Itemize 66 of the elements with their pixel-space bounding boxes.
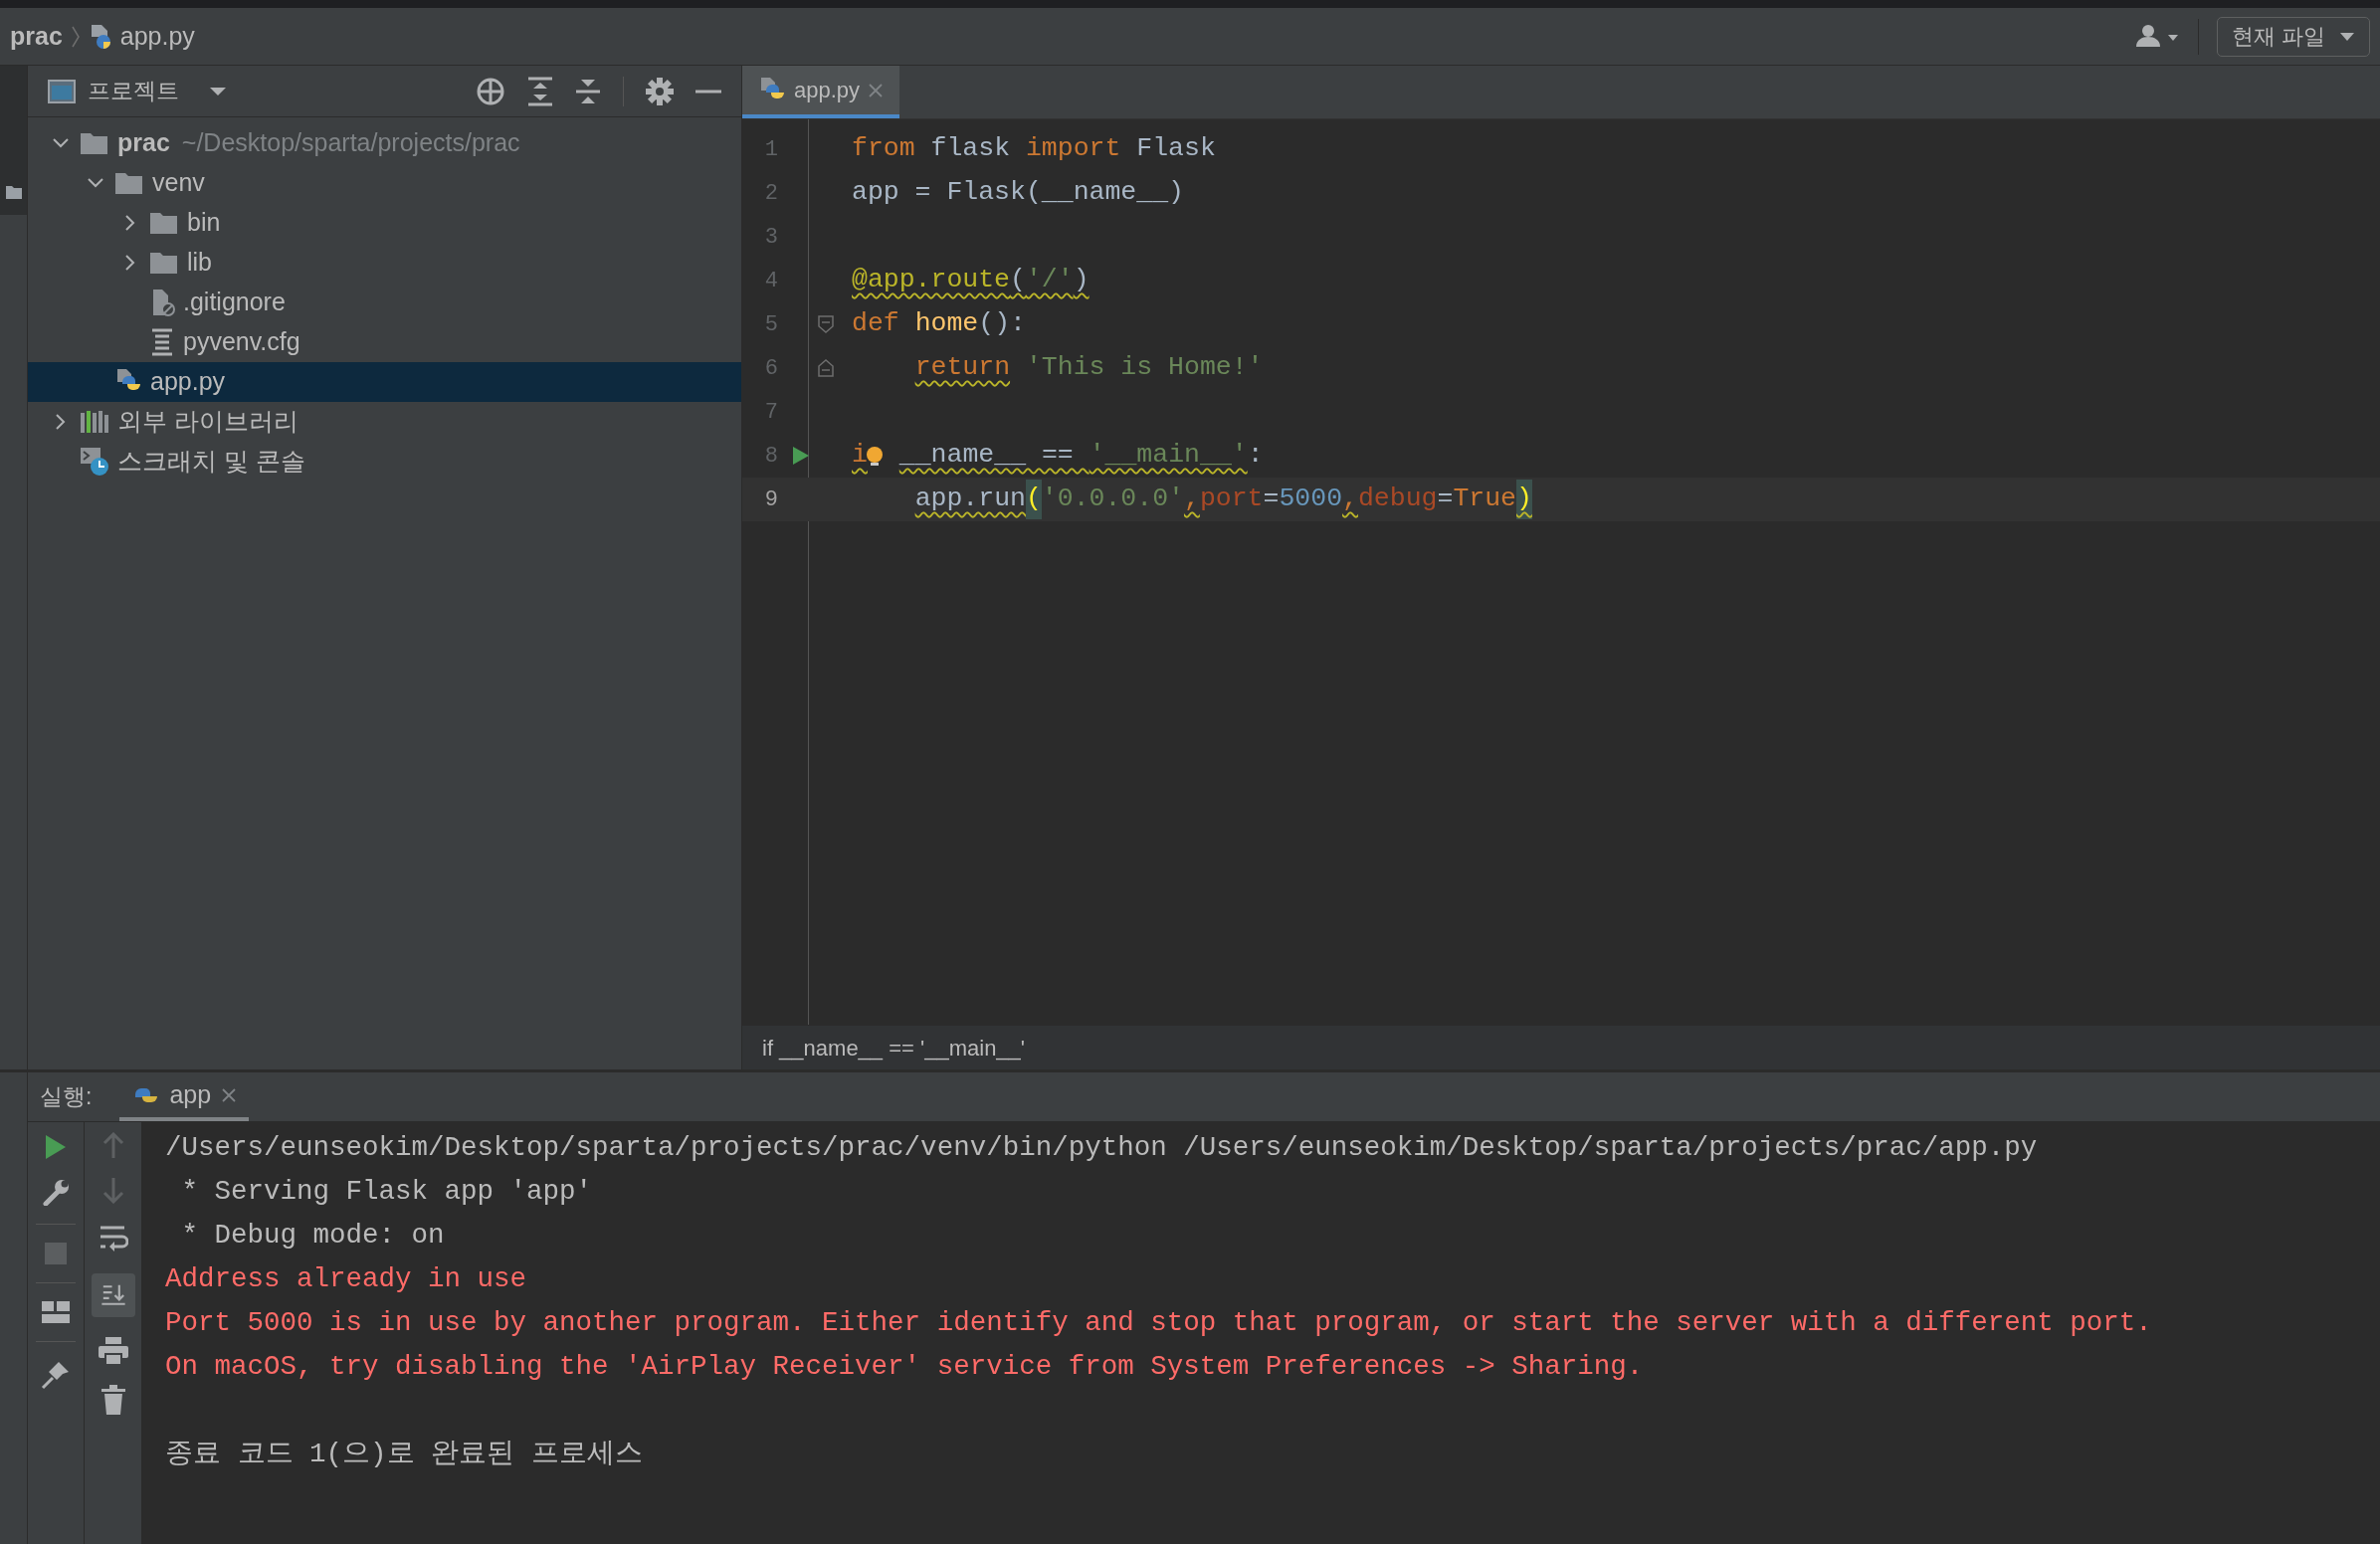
code-line: def home(): — [852, 307, 1026, 341]
folder-icon — [149, 250, 179, 276]
close-icon — [221, 1086, 238, 1103]
folder-icon — [149, 210, 179, 236]
tree-item[interactable]: prac ~/Desktop/sparta/projects/prac — [28, 123, 741, 163]
line-number: 7 — [763, 398, 778, 427]
run-label: 실행: — [40, 1082, 93, 1112]
soft-wrap-icon[interactable] — [98, 1224, 128, 1254]
library-icon — [80, 409, 109, 435]
tree-item[interactable]: 스크래치 및 콘솔 — [28, 442, 741, 482]
code-line: @app.route('/') — [852, 264, 1090, 297]
error-output-line: On macOS, try disabling the 'AirPlay Receiver' service from System Preferences -> Sharing. — [165, 1350, 1644, 1384]
line-number: 1 — [763, 135, 778, 164]
code-line: from flask import Flask — [852, 132, 1216, 166]
scroll-to-end-icon[interactable] — [91, 1273, 135, 1317]
tree-item[interactable]: venv — [28, 163, 741, 203]
error-output-line: Port 5000 is in use by another program. Either identify and stop that program, or start the server with a different port. — [165, 1306, 2152, 1340]
locate-icon[interactable] — [476, 76, 505, 106]
scope-dropdown[interactable]: 현재 파일 — [2216, 16, 2370, 57]
minimize-icon[interactable] — [695, 88, 721, 95]
run-icon[interactable] — [44, 1134, 68, 1160]
console-output-line: 종료 코드 1(으)로 완료된 프로세스 — [165, 1438, 643, 1471]
pin-icon[interactable] — [41, 1360, 71, 1390]
line-number: 3 — [763, 223, 778, 252]
code-line: app = Flask(__name__) — [852, 176, 1184, 210]
print-icon[interactable] — [98, 1337, 128, 1365]
console-output-line: /Users/eunseokim/Desktop/sparta/projects/prac/venv/bin/python /Users/eunseokim/Desktop/sparta/projects/prac/app.py — [165, 1131, 2038, 1165]
tree-item[interactable]: .gitignore — [28, 283, 741, 322]
scratch-console-icon — [80, 447, 109, 477]
error-output-line: Address already in use — [165, 1262, 527, 1296]
window-icon — [48, 79, 76, 103]
expand-all-icon[interactable] — [527, 76, 553, 106]
console-output-line: * Serving Flask app 'app' — [180, 1175, 593, 1209]
tree-item[interactable]: pyvenv.cfg — [28, 322, 741, 362]
line-number: 8 — [763, 442, 778, 471]
line-number: 2 — [763, 179, 778, 208]
layout-icon[interactable] — [42, 1301, 70, 1323]
code-breadcrumb[interactable]: if __name__ == '__main__' — [762, 1031, 1026, 1064]
breadcrumb-project[interactable]: prac — [10, 17, 63, 56]
run-icon[interactable] — [792, 446, 810, 466]
project-view-dropdown[interactable]: 프로젝트 — [88, 74, 227, 108]
folder-icon — [80, 130, 109, 156]
caret-icon — [209, 86, 227, 96]
breadcrumb-file[interactable]: app.py — [119, 17, 195, 56]
line-number: 4 — [763, 267, 778, 295]
close-icon — [868, 82, 885, 98]
folder-icon[interactable] — [5, 185, 22, 199]
console-output-line: * Debug mode: on — [180, 1219, 445, 1253]
line-number: 9 — [763, 485, 778, 514]
caret-icon — [2339, 31, 2355, 42]
editor-tab[interactable]: app.py — [742, 66, 900, 118]
code-line: return 'This is Home!' — [913, 351, 1264, 385]
tree-item[interactable]: 외부 라이브러리 — [28, 402, 741, 442]
folder-icon — [114, 170, 144, 196]
tree-item[interactable]: lib — [28, 243, 741, 283]
line-number: 6 — [763, 354, 778, 383]
text-file-icon — [149, 328, 175, 356]
code-line: app.run('0.0.0.0',port=5000,debug=True) — [852, 480, 1532, 519]
wrench-icon[interactable] — [42, 1178, 70, 1206]
code-line: i __name__ == '__main__': — [852, 439, 1264, 473]
tree-item[interactable]: app.py — [28, 362, 741, 402]
trash-icon[interactable] — [100, 1385, 125, 1415]
tree-item[interactable]: bin — [28, 203, 741, 243]
line-number: 5 — [763, 310, 778, 339]
lightbulb-icon[interactable] — [865, 445, 884, 467]
chevron-icon — [70, 24, 81, 49]
